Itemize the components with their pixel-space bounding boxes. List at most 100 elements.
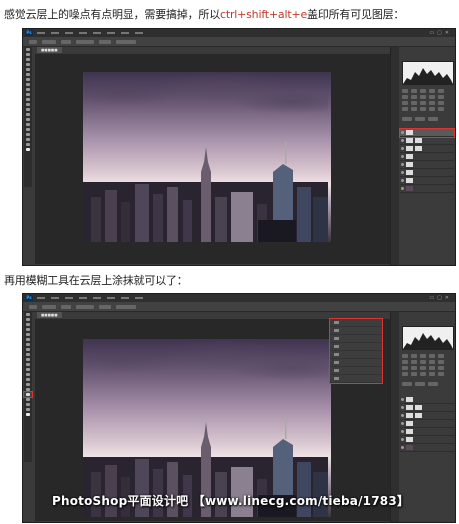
layer-thumbnail-icon [406, 154, 413, 159]
panel-tabs[interactable] [402, 117, 452, 121]
layer-row[interactable] [400, 153, 454, 161]
layer-row[interactable] [400, 412, 454, 420]
layer-thumbnail-icon [406, 429, 413, 434]
histogram-panel [402, 326, 454, 350]
layer-thumbnail-icon [406, 178, 413, 183]
window-controls: ▭▢✕ [429, 30, 452, 36]
options-bar [23, 302, 455, 312]
eye-icon [401, 446, 404, 449]
eye-icon [401, 171, 404, 174]
ps-logo-icon: Ps [25, 295, 33, 301]
panel-tabs[interactable] [402, 382, 452, 386]
history-item[interactable] [330, 319, 382, 327]
history-item[interactable] [330, 351, 382, 359]
canvas-area[interactable] [35, 54, 391, 264]
adjustments-row[interactable] [402, 107, 452, 111]
eye-icon [401, 179, 404, 182]
tools-panel [24, 47, 32, 187]
document-tab[interactable]: ■■■■■ [37, 312, 62, 318]
step1-caption-after: 盖印所有可见图层： [307, 8, 405, 21]
layer-row[interactable] [400, 169, 454, 177]
layer-row[interactable] [400, 137, 454, 145]
panel-dock-strip [391, 312, 399, 522]
adjustments-row[interactable] [402, 366, 452, 370]
window-controls: ▭▢✕ [429, 295, 452, 301]
adjustments-row[interactable] [402, 101, 452, 105]
layer-row[interactable] [400, 428, 454, 436]
eye-icon [401, 139, 404, 142]
layers-panel [400, 396, 454, 452]
eye-icon [401, 398, 404, 401]
layer-thumbnail-icon [406, 397, 413, 402]
color-swatch-icon[interactable] [24, 147, 32, 152]
layer-row[interactable] [400, 420, 454, 428]
adjustments-row[interactable] [402, 89, 452, 93]
layer-row[interactable] [400, 145, 454, 153]
right-panels [390, 47, 455, 265]
history-item[interactable] [330, 359, 382, 367]
step1-caption: 感觉云层上的噪点有点明显，需要搞掉，所以ctrl+shift+alt+e盖印所有… [4, 6, 404, 22]
layer-row[interactable] [400, 404, 454, 412]
adjustments-row[interactable] [402, 372, 452, 376]
layer-thumbnail-icon [406, 146, 413, 151]
menu-bar: Ps ▭▢✕ [23, 29, 455, 37]
layer-row[interactable] [400, 436, 454, 444]
layer-thumbnail-icon [406, 186, 413, 191]
eye-icon [401, 414, 404, 417]
eye-icon [401, 406, 404, 409]
tools-panel [23, 312, 33, 462]
eye-icon [401, 422, 404, 425]
layer-thumbnail-icon [406, 405, 413, 410]
layer-thumbnail-icon [406, 445, 413, 450]
layers-panel [399, 128, 455, 193]
layer-row-background[interactable] [400, 185, 454, 193]
step1-caption-before: 感觉云层上的噪点有点明显，需要搞掉，所以 [4, 8, 220, 21]
layer-thumbnail-icon [415, 405, 422, 410]
city-photo [83, 339, 331, 517]
menu-bar: Ps ▭▢✕ [23, 294, 455, 302]
eye-icon [401, 147, 404, 150]
panel-dock-strip [391, 47, 399, 265]
layer-thumbnail-icon [406, 130, 413, 135]
history-item[interactable] [330, 367, 382, 375]
color-swatch-icon[interactable] [24, 412, 32, 417]
layer-thumbnail-icon [415, 146, 422, 151]
layer-row[interactable] [400, 396, 454, 404]
eye-icon [401, 187, 404, 190]
history-item[interactable] [330, 343, 382, 351]
layer-row-background[interactable] [400, 444, 454, 452]
adjustments-row[interactable] [402, 95, 452, 99]
eye-icon [401, 155, 404, 158]
layer-thumbnail-icon [406, 421, 413, 426]
eye-icon [401, 430, 404, 433]
options-bar [23, 37, 455, 47]
layer-thumbnail-icon [406, 437, 413, 442]
ps-logo-icon: Ps [25, 30, 33, 36]
photoshop-screenshot-1: Ps ▭▢✕ ■■■■■ [22, 28, 456, 266]
photoshop-screenshot-2: Ps ▭▢✕ ■■■■■ [22, 293, 456, 523]
adjustments-row[interactable] [402, 360, 452, 364]
eye-icon [401, 163, 404, 166]
document-tab[interactable]: ■■■■■ [37, 47, 62, 53]
right-panels [390, 312, 455, 522]
layer-thumbnail-icon [406, 170, 413, 175]
history-item[interactable] [330, 335, 382, 343]
layer-thumbnail-icon [406, 138, 413, 143]
layer-thumbnail-icon [415, 413, 422, 418]
layer-thumbnail-icon [406, 162, 413, 167]
step1-shortcut: ctrl+shift+alt+e [220, 8, 308, 21]
eye-icon [401, 131, 404, 134]
adjustments-row[interactable] [402, 354, 452, 358]
eye-icon [401, 438, 404, 441]
layer-row[interactable] [400, 161, 454, 169]
layer-thumbnail-icon [415, 138, 422, 143]
layer-row[interactable] [400, 177, 454, 185]
layer-thumbnail-icon [406, 413, 413, 418]
layer-row-stamped[interactable] [399, 128, 455, 138]
history-item[interactable] [330, 327, 382, 335]
city-skyline [83, 142, 328, 242]
city-photo [83, 72, 331, 242]
site-watermark: PhotoShop平面设计吧 【www.linecg.com/tieba/178… [52, 494, 410, 508]
history-item[interactable] [330, 375, 382, 383]
history-panel-popup [329, 318, 383, 384]
